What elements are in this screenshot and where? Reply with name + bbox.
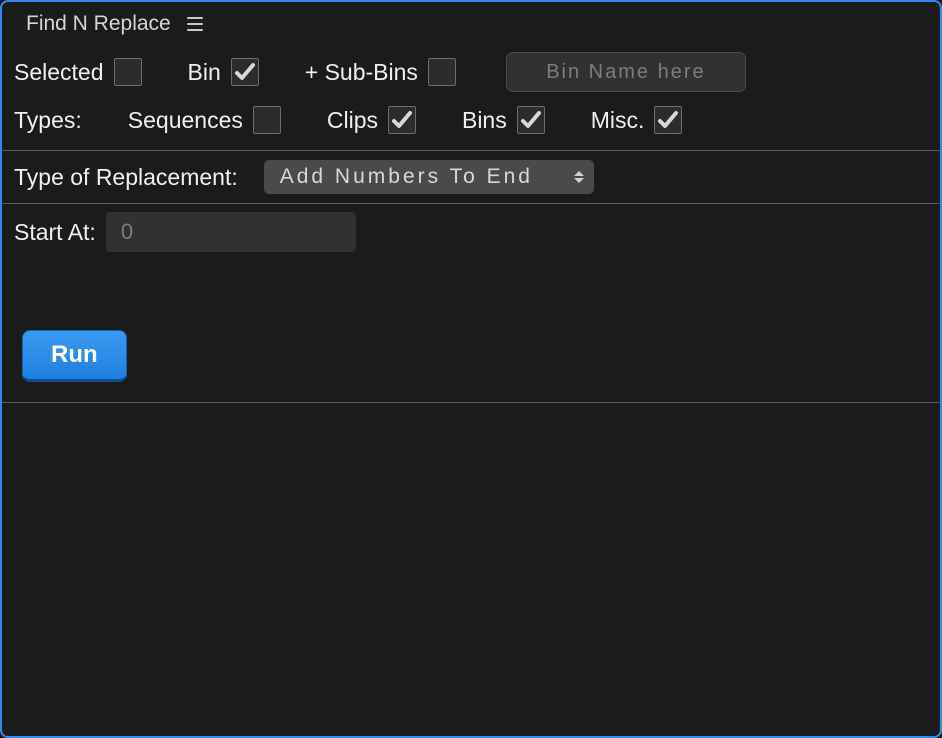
types-label: Types: xyxy=(14,107,82,134)
selected-checkbox[interactable] xyxy=(114,58,142,86)
start-at-input[interactable] xyxy=(106,212,356,252)
bins-checkbox[interactable] xyxy=(517,106,545,134)
bins-label: Bins xyxy=(462,107,507,134)
sub-bins-label: + Sub-Bins xyxy=(305,59,418,86)
sub-bins-checkbox[interactable] xyxy=(428,58,456,86)
scope-section: Selected Bin + Sub-Bins Types: Sequences xyxy=(2,44,940,150)
run-button[interactable]: Run xyxy=(22,330,127,382)
find-n-replace-panel: Find N Replace Selected Bin + Sub-Bins T… xyxy=(0,0,942,738)
replacement-type-select[interactable]: Add Numbers To End xyxy=(264,160,594,194)
params-section: Start At: Run xyxy=(2,203,940,402)
misc-label: Misc. xyxy=(591,107,645,134)
replacement-type-value: Add Numbers To End xyxy=(280,165,533,189)
hamburger-menu-icon[interactable] xyxy=(185,14,205,34)
replacement-section: Type of Replacement: Add Numbers To End xyxy=(2,150,940,203)
titlebar: Find N Replace xyxy=(2,2,940,44)
clips-checkbox[interactable] xyxy=(388,106,416,134)
clips-label: Clips xyxy=(327,107,378,134)
bin-name-input[interactable] xyxy=(506,52,746,92)
sequences-label: Sequences xyxy=(128,107,243,134)
bin-label: Bin xyxy=(188,59,221,86)
misc-checkbox[interactable] xyxy=(654,106,682,134)
start-at-label: Start At: xyxy=(14,219,96,246)
selected-label: Selected xyxy=(14,59,104,86)
replacement-type-label: Type of Replacement: xyxy=(14,164,238,191)
bin-checkbox[interactable] xyxy=(231,58,259,86)
log-area xyxy=(2,402,940,710)
panel-title: Find N Replace xyxy=(26,12,171,36)
sequences-checkbox[interactable] xyxy=(253,106,281,134)
